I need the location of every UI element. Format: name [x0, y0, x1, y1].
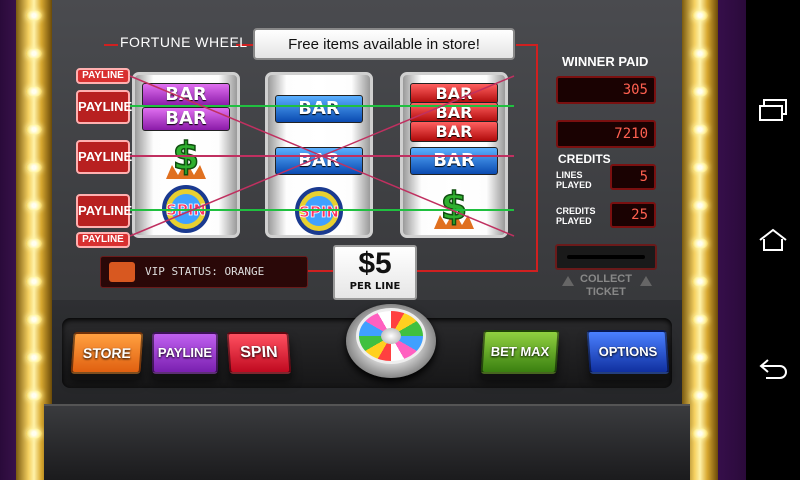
credits-played-label: CREDITS PLAYED [556, 206, 596, 226]
lines-played-label: LINES PLAYED [556, 170, 592, 190]
store-promo-banner[interactable]: Free items available in store! [253, 28, 515, 60]
credits-label: CREDITS [558, 152, 611, 166]
bar-symbol: BAR [142, 107, 230, 131]
up-arrow-icon [640, 276, 652, 286]
bulb [692, 314, 708, 325]
frame-line [536, 44, 538, 272]
home-icon[interactable] [756, 226, 790, 256]
vip-status-bar[interactable]: VIP STATUS: ORANGE [100, 256, 308, 288]
bulb [26, 238, 42, 249]
options-button[interactable]: OPTIONS [586, 330, 670, 374]
bulb [692, 428, 708, 439]
bulb [26, 352, 42, 363]
svg-text:$: $ [441, 185, 467, 228]
payline-button[interactable]: PAYLINE [152, 332, 218, 374]
bulb [26, 200, 42, 211]
reel-1: BAR BAR $ SPIN [132, 72, 240, 238]
bet-max-button[interactable]: BET MAX [480, 330, 560, 374]
reel-3: BAR BAR BAR BAR $ [400, 72, 508, 238]
dollar-flame-symbol: $ [166, 135, 206, 179]
bulb [692, 86, 708, 97]
bar-symbol: BAR [142, 83, 230, 107]
winner-paid-label: WINNER PAID [562, 54, 649, 69]
payline-tag-1: PAYLINE [76, 90, 132, 124]
bet-value: $5 [358, 247, 392, 280]
bulb [692, 124, 708, 135]
bulb [26, 162, 42, 173]
bulb [692, 390, 708, 401]
payline-tag-2: PAYLINE [76, 140, 132, 174]
bulb [26, 10, 42, 21]
bar-symbol: BAR [410, 83, 498, 104]
winner-paid-display: 305 [556, 76, 656, 104]
android-nav-bar [746, 0, 800, 480]
payline-tag-top: PAYLINE [76, 68, 130, 84]
bulb [26, 390, 42, 401]
recent-apps-icon[interactable] [756, 96, 790, 126]
bar-symbol: BAR [410, 147, 498, 175]
bulb [692, 48, 708, 59]
bulb [692, 276, 708, 287]
dollar-flame-symbol: $ [434, 185, 474, 229]
bar-symbol: BAR [410, 121, 498, 142]
up-arrow-icon [562, 276, 574, 286]
bar-symbol: BAR [275, 95, 363, 123]
game-title: FORTUNE WHEEL [120, 34, 248, 50]
store-button[interactable]: STORE [70, 332, 144, 374]
spin-wheel-symbol: SPIN [295, 187, 343, 235]
spin-wheel-symbol: SPIN [162, 185, 210, 233]
bulb [26, 428, 42, 439]
vip-ticket-icon [109, 262, 135, 282]
bulb [26, 314, 42, 325]
bar-symbol: BAR [275, 147, 363, 175]
frame-line [416, 270, 538, 272]
credits-display: 7210 [556, 120, 656, 148]
spin-symbol-text: SPIN [166, 201, 206, 219]
payline-tag-3: PAYLINE [76, 194, 132, 228]
cabinet-base [44, 404, 690, 480]
frame-line [104, 44, 118, 46]
bulb [26, 86, 42, 97]
bet-per-line-label: PER LINE [349, 281, 401, 292]
svg-text:$: $ [173, 135, 199, 178]
frame-line [308, 270, 334, 272]
bulb [692, 162, 708, 173]
bulb [692, 200, 708, 211]
bulb [692, 238, 708, 249]
back-icon[interactable] [756, 354, 790, 384]
bet-per-line-display[interactable]: $5 PER LINE [333, 245, 417, 300]
game-screen: FORTUNE WHEEL Free items available in st… [0, 0, 746, 480]
frame-line [516, 44, 536, 46]
bulb [26, 48, 42, 59]
collect-ticket-slot[interactable] [555, 244, 657, 270]
credits-played-display: 25 [610, 202, 656, 228]
wheel-center [381, 328, 401, 344]
bulb [26, 124, 42, 135]
lines-played-display: 5 [610, 164, 656, 190]
spin-button[interactable]: SPIN [226, 332, 292, 374]
vip-status-text: VIP STATUS: ORANGE [145, 265, 265, 278]
bar-symbol: BAR [410, 102, 498, 123]
reel-2: BAR BAR SPIN [265, 72, 373, 238]
bulb [692, 10, 708, 21]
bulb [692, 352, 708, 363]
bulb [26, 276, 42, 287]
spin-symbol-text: SPIN [299, 203, 339, 221]
payline-tag-bottom: PAYLINE [76, 232, 130, 248]
collect-ticket-label: COLLECT TICKET [580, 273, 632, 298]
